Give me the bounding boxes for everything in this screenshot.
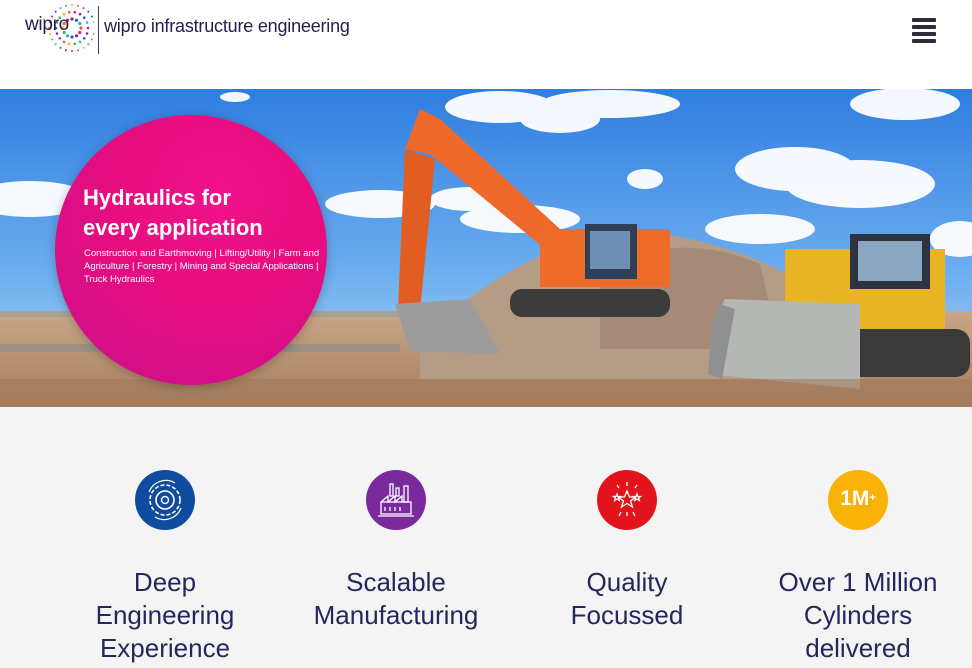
feature-label-line-2: Engineering [95, 600, 235, 630]
feature-label-line-1: Over 1 Million [778, 567, 938, 597]
feature-label-line-1: Quality [586, 567, 668, 597]
wipro-logo[interactable]: wipro [22, 2, 94, 56]
logo-text: wipro [25, 14, 69, 35]
hero-subtitle: Construction and Earthmoving | Lifting/U… [84, 248, 320, 285]
feature-deep-engineering: Deep Engineering Experience [49, 470, 281, 665]
feature-scalable-manufacturing: Scalable Manufacturing [280, 470, 512, 632]
badge-text: 1M [840, 487, 870, 510]
logo-divider [98, 6, 99, 54]
feature-label-line-2: Manufacturing [313, 600, 479, 630]
factory-icon [366, 470, 426, 530]
feature-label-line-1: Scalable [346, 567, 446, 597]
brand-title[interactable]: wipro infrastructure engineering [104, 16, 350, 37]
feature-one-million-cylinders: 1M+ Over 1 Million Cylinders delivered [742, 470, 972, 665]
gear-engineering-icon [135, 470, 195, 530]
site-header: wipro wipro infrastructure engineering [0, 0, 972, 89]
feature-label-line-1: Deep [133, 567, 197, 597]
feature-label-line-3: delivered [805, 633, 911, 663]
hero-title: Hydraulics for every application [83, 183, 323, 243]
hamburger-menu-icon[interactable] [909, 16, 939, 44]
feature-label: Quality Focussed [511, 566, 743, 632]
badge-plus: + [869, 492, 876, 504]
feature-label-line-2: Focussed [570, 600, 684, 630]
feature-label: Over 1 Million Cylinders delivered [742, 566, 972, 665]
quality-stars-icon [597, 470, 657, 530]
hero-title-line-2: every application [83, 215, 263, 240]
1m-plus-badge-icon: 1M+ [828, 470, 888, 530]
feature-label-line-3: Experience [99, 633, 231, 663]
feature-label-line-2: Cylinders [803, 600, 913, 630]
hero-title-line-1: Hydraulics for [83, 185, 231, 210]
feature-label: Deep Engineering Experience [49, 566, 281, 665]
feature-quality-focussed: Quality Focussed [511, 470, 743, 632]
hero-banner: Hydraulics for every application Constru… [0, 89, 972, 407]
feature-label: Scalable Manufacturing [280, 566, 512, 632]
